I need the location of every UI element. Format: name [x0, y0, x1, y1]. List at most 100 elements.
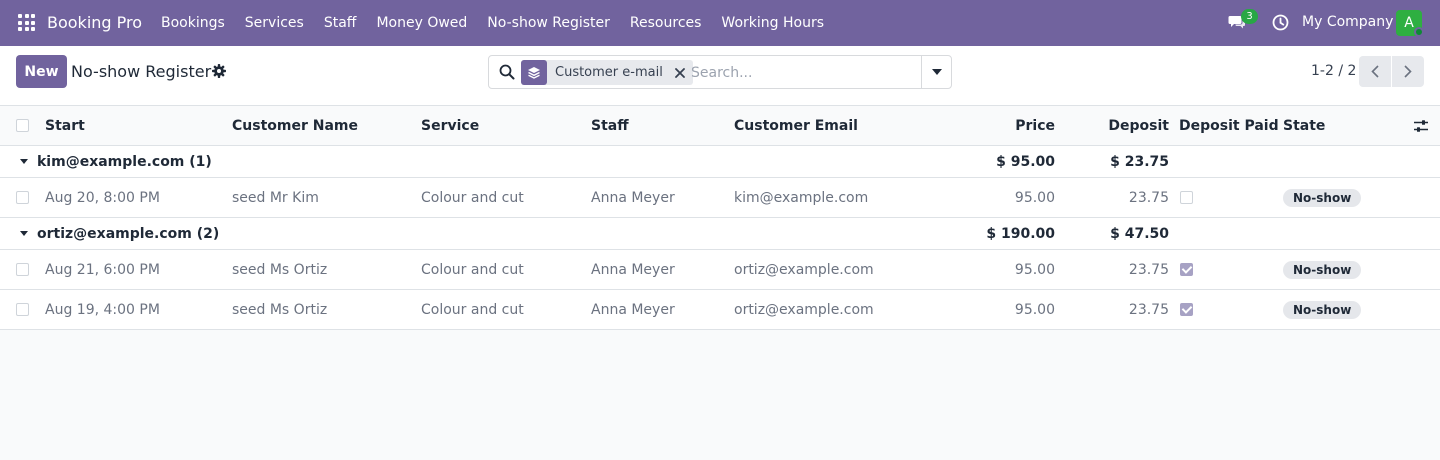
cell-staff: Anna Meyer: [591, 301, 675, 318]
menu-item-resources[interactable]: Resources: [620, 0, 712, 46]
cell-deposit: 23.75: [1128, 261, 1169, 278]
cell-service: Colour and cut: [421, 301, 524, 318]
status-badge: No-show: [1283, 300, 1362, 319]
status-badge: No-show: [1283, 188, 1362, 207]
cell-start: Aug 21, 6:00 PM: [45, 261, 160, 278]
page-title: No-show Register: [71, 62, 212, 81]
row-select-checkbox[interactable]: [16, 263, 29, 276]
cell-start: Aug 19, 4:00 PM: [45, 301, 160, 318]
menu-item-working-hours[interactable]: Working Hours: [711, 0, 834, 46]
cell-customer-name: seed Ms Ortiz: [232, 261, 328, 278]
cell-customer-email: ortiz@example.com: [734, 301, 874, 318]
group-price-total: $ 190.00: [986, 225, 1055, 242]
group-price-total: $ 95.00: [996, 153, 1055, 170]
column-header-customer-name[interactable]: Customer Name: [232, 106, 358, 145]
select-all-checkbox[interactable]: [16, 119, 29, 132]
group-deposit-total: $ 23.75: [1110, 153, 1169, 170]
cell-price: 95.00: [1014, 189, 1055, 206]
search-bar: Customer e-mail: [488, 55, 952, 89]
cell-deposit-paid: [1180, 178, 1193, 217]
control-panel: New No-show Register Customer e-mail Sea…: [0, 46, 1440, 106]
group-name: ortiz@example.com (2): [37, 225, 220, 242]
row-select-checkbox[interactable]: [16, 303, 29, 316]
pager-value[interactable]: 1-2 / 2: [1311, 63, 1356, 79]
group-label: ortiz@example.com (2): [20, 218, 219, 249]
cell-staff: Anna Meyer: [591, 189, 675, 206]
cell-start: Aug 20, 8:00 PM: [45, 189, 160, 206]
column-header-price[interactable]: Price: [980, 106, 1055, 145]
cell-customer-name: seed Mr Kim: [232, 189, 319, 206]
cell-deposit: 23.75: [1128, 301, 1169, 318]
group-deposit-total: $ 47.50: [1110, 225, 1169, 242]
caret-down-icon: [20, 159, 28, 164]
online-status-dot: [1414, 27, 1424, 37]
search-input[interactable]: [691, 63, 911, 83]
column-header-service[interactable]: Service: [421, 106, 479, 145]
message-count-badge: 3: [1241, 9, 1258, 24]
status-badge: No-show: [1283, 260, 1362, 279]
apps-grid-icon[interactable]: [18, 14, 35, 31]
menu-item-staff[interactable]: Staff: [314, 0, 367, 46]
optional-columns-toggle[interactable]: [1413, 106, 1429, 145]
table-header: Start Customer Name Service Staff Custom…: [0, 106, 1440, 146]
menu-item-services[interactable]: Services: [235, 0, 314, 46]
facet-label: Customer e-mail: [555, 65, 663, 80]
table-row[interactable]: Aug 20, 8:00 PM seed Mr Kim Colour and c…: [0, 178, 1440, 218]
cell-state: No-show: [1283, 290, 1362, 329]
gear-icon[interactable]: [212, 64, 226, 78]
table-row[interactable]: Aug 21, 6:00 PM seed Ms Ortiz Colour and…: [0, 250, 1440, 290]
row-select-checkbox[interactable]: [16, 191, 29, 204]
new-button[interactable]: New: [16, 55, 67, 88]
chevron-right-icon: [1404, 65, 1412, 78]
group-name: kim@example.com (1): [37, 153, 212, 170]
cell-state: No-show: [1283, 178, 1362, 217]
group-label: kim@example.com (1): [20, 146, 212, 177]
pager-next-button[interactable]: [1392, 56, 1424, 87]
top-navbar: Booking Pro Bookings Services Staff Mone…: [0, 0, 1440, 46]
search-icon[interactable]: [499, 64, 515, 80]
menu-item-bookings[interactable]: Bookings: [151, 0, 235, 46]
table-row[interactable]: Aug 19, 4:00 PM seed Ms Ortiz Colour and…: [0, 290, 1440, 330]
cell-deposit-paid: [1180, 290, 1193, 329]
cell-service: Colour and cut: [421, 261, 524, 278]
row-select-cell: [16, 290, 29, 329]
group-by-layers-icon: [521, 60, 547, 85]
list-view: Start Customer Name Service Staff Custom…: [0, 106, 1440, 330]
caret-down-icon: [20, 231, 28, 236]
company-switcher[interactable]: My Company: [1302, 14, 1393, 30]
caret-down-icon: [931, 69, 942, 75]
row-select-cell: [16, 250, 29, 289]
column-header-staff[interactable]: Staff: [591, 106, 629, 145]
column-header-customer-email[interactable]: Customer Email: [734, 106, 858, 145]
column-header-state[interactable]: State: [1283, 106, 1325, 145]
cell-service: Colour and cut: [421, 189, 524, 206]
activity-clock-icon[interactable]: [1272, 14, 1289, 31]
column-header-deposit[interactable]: Deposit: [1080, 106, 1169, 145]
app-brand[interactable]: Booking Pro: [47, 13, 142, 32]
group-row[interactable]: ortiz@example.com (2) $ 190.00 $ 47.50: [0, 218, 1440, 250]
menu-item-no-show-register[interactable]: No-show Register: [477, 0, 620, 46]
main-menu: Bookings Services Staff Money Owed No-sh…: [151, 0, 834, 46]
sliders-icon: [1414, 119, 1428, 132]
chevron-left-icon: [1371, 65, 1379, 78]
cell-deposit: 23.75: [1128, 189, 1169, 206]
cell-price: 95.00: [1014, 261, 1055, 278]
deposit-paid-checkbox[interactable]: [1180, 191, 1193, 204]
select-all-cell: [16, 106, 29, 145]
search-options-toggle[interactable]: [921, 56, 951, 88]
facet-remove-close-icon[interactable]: [671, 60, 689, 85]
cell-state: No-show: [1283, 250, 1362, 289]
pager-previous-button[interactable]: [1359, 56, 1391, 87]
group-row[interactable]: kim@example.com (1) $ 95.00 $ 23.75: [0, 146, 1440, 178]
search-facet[interactable]: Customer e-mail: [521, 60, 693, 85]
deposit-paid-checkbox[interactable]: [1180, 263, 1193, 276]
menu-item-money-owed[interactable]: Money Owed: [366, 0, 477, 46]
column-header-deposit-paid[interactable]: Deposit Paid: [1179, 106, 1279, 145]
column-header-start[interactable]: Start: [45, 106, 85, 145]
deposit-paid-checkbox[interactable]: [1180, 303, 1193, 316]
cell-staff: Anna Meyer: [591, 261, 675, 278]
row-select-cell: [16, 178, 29, 217]
cell-customer-email: ortiz@example.com: [734, 261, 874, 278]
cell-deposit-paid: [1180, 250, 1193, 289]
cell-customer-name: seed Ms Ortiz: [232, 301, 328, 318]
